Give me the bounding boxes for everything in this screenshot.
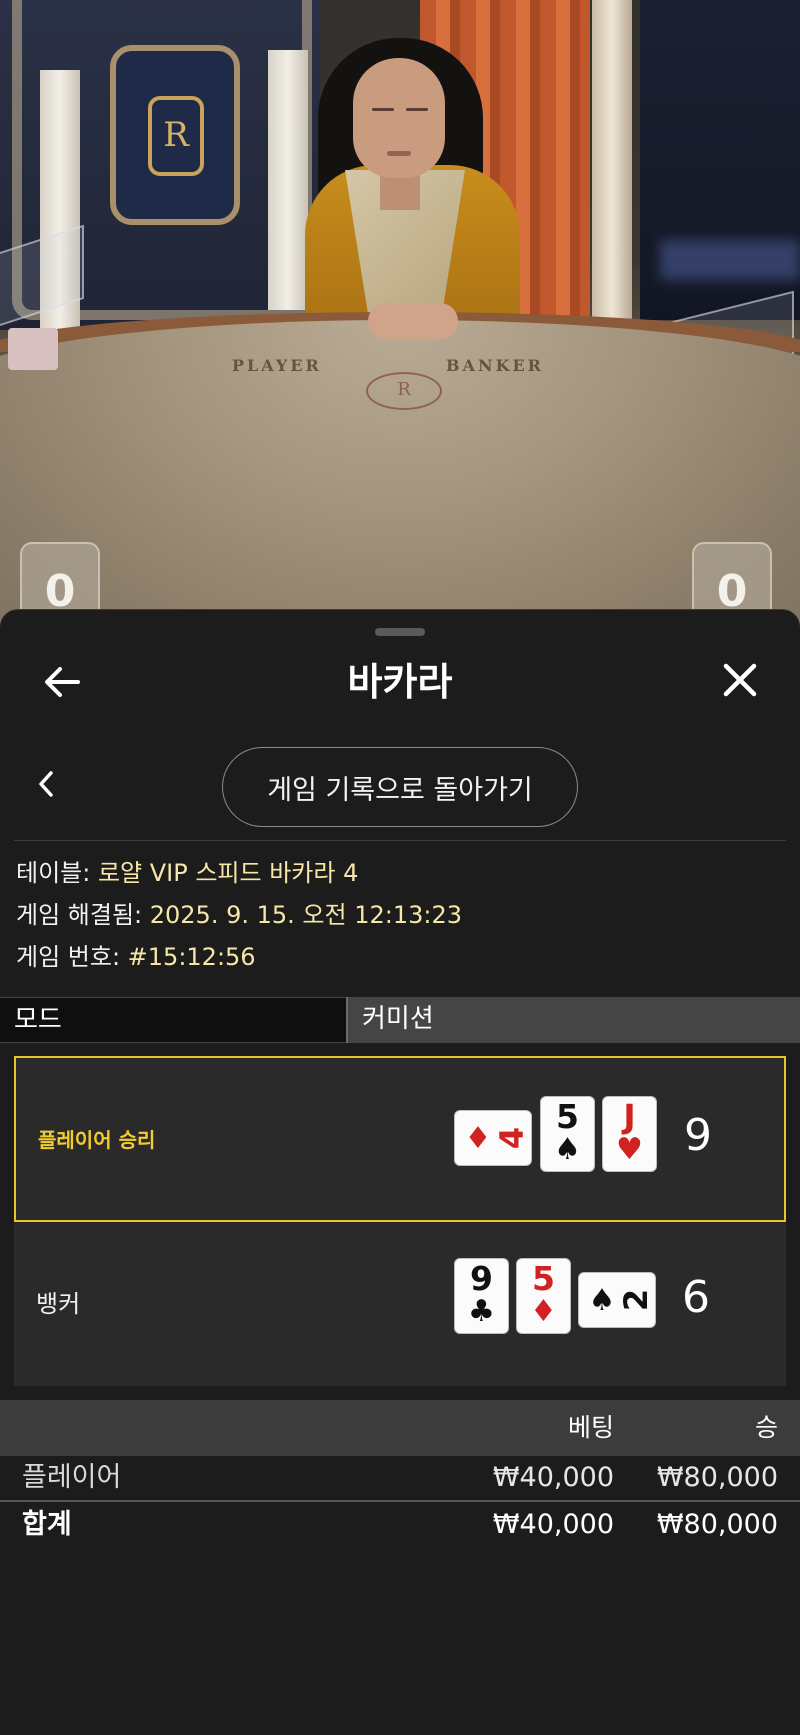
hand-results: 플레이어 승리 ♦ 4 5 ♠ J ♥ 9 뱅커 9 ♣ 5 ♦ ♠ 2 6 xyxy=(14,1056,786,1386)
game-number-value: #15:12:56 xyxy=(127,943,256,971)
close-x-icon[interactable] xyxy=(718,658,762,702)
dealer-eye xyxy=(372,108,394,111)
banker-hand-row: 뱅커 9 ♣ 5 ♦ ♠ 2 6 xyxy=(14,1222,786,1386)
resolved-value: 2025. 9. 15. 오전 12:13:23 xyxy=(149,901,462,929)
banker-score: 6 xyxy=(682,1272,710,1323)
player-result-label: 플레이어 승리 xyxy=(38,1128,156,1152)
table-info: 테이블: 로얄 VIP 스피드 바카라 4 xyxy=(16,856,358,890)
bet-name: 플레이어 xyxy=(22,1462,122,1493)
dealer-mouth xyxy=(387,151,411,156)
chevron-left-icon[interactable] xyxy=(34,767,58,801)
playing-card: J ♥ xyxy=(602,1096,657,1172)
drag-handle[interactable] xyxy=(375,628,425,636)
dealer-eye xyxy=(406,108,428,111)
total-bet: ₩40,000 xyxy=(492,1509,614,1540)
table-value: 로얄 VIP 스피드 바카라 4 xyxy=(97,859,359,887)
game-detail-sheet: 바카라 게임 기록으로 돌아가기 테이블: 로얄 VIP 스피드 바카라 4 게… xyxy=(0,609,800,1735)
divider xyxy=(14,840,786,841)
felt-banker-label: BANKER xyxy=(446,356,544,375)
table-felt xyxy=(0,320,800,640)
felt-player-label: PLAYER xyxy=(232,356,322,375)
tab-commission[interactable]: 커미션 xyxy=(346,997,800,1043)
win-column-header: 승 xyxy=(754,1413,778,1442)
player-hand-row: 플레이어 승리 ♦ 4 5 ♠ J ♥ 9 xyxy=(14,1056,786,1222)
player-score: 9 xyxy=(684,1110,712,1161)
crest-letter: R xyxy=(148,96,204,176)
resolved-info: 게임 해결됨: 2025. 9. 15. 오전 12:13:23 xyxy=(16,898,462,932)
win-amount: ₩80,000 xyxy=(656,1462,778,1493)
banker-result-label: 뱅커 xyxy=(36,1290,81,1318)
playing-card: ♠ 2 xyxy=(578,1272,656,1328)
page-title: 바카라 xyxy=(347,660,453,704)
playing-card: 5 ♠ xyxy=(540,1096,595,1172)
total-label: 합계 xyxy=(22,1509,72,1540)
table-label: 테이블: xyxy=(16,859,98,887)
game-number-label: 게임 번호: xyxy=(16,943,128,971)
resolved-label: 게임 해결됨: xyxy=(16,901,150,929)
total-win: ₩80,000 xyxy=(656,1509,778,1540)
mode-tabs: 모드 커미션 xyxy=(0,997,800,1043)
bet-column-header: 베팅 xyxy=(567,1413,614,1442)
white-pillar xyxy=(268,50,308,310)
bet-amount: ₩40,000 xyxy=(492,1462,614,1493)
blurred-sign xyxy=(660,240,800,280)
royal-crest-emblem: R xyxy=(110,45,240,225)
playing-card: ♦ 4 xyxy=(454,1110,532,1166)
playing-card: 5 ♦ xyxy=(516,1258,571,1334)
dealer-face xyxy=(353,58,445,178)
back-to-history-button[interactable]: 게임 기록으로 돌아가기 xyxy=(222,747,578,827)
felt-logo: R xyxy=(366,372,442,410)
discard-stack xyxy=(8,328,58,370)
playing-card: 9 ♣ xyxy=(454,1258,509,1334)
row-divider xyxy=(0,1500,800,1502)
tab-mode[interactable]: 모드 xyxy=(0,997,346,1043)
white-pillar xyxy=(592,0,632,320)
game-number-info: 게임 번호: #15:12:56 xyxy=(16,940,256,974)
bet-table-header: 베팅 승 xyxy=(0,1400,800,1456)
live-video-feed: R PLAYER BANKER R 0 0 xyxy=(0,0,800,640)
dealer-hands xyxy=(368,303,458,339)
